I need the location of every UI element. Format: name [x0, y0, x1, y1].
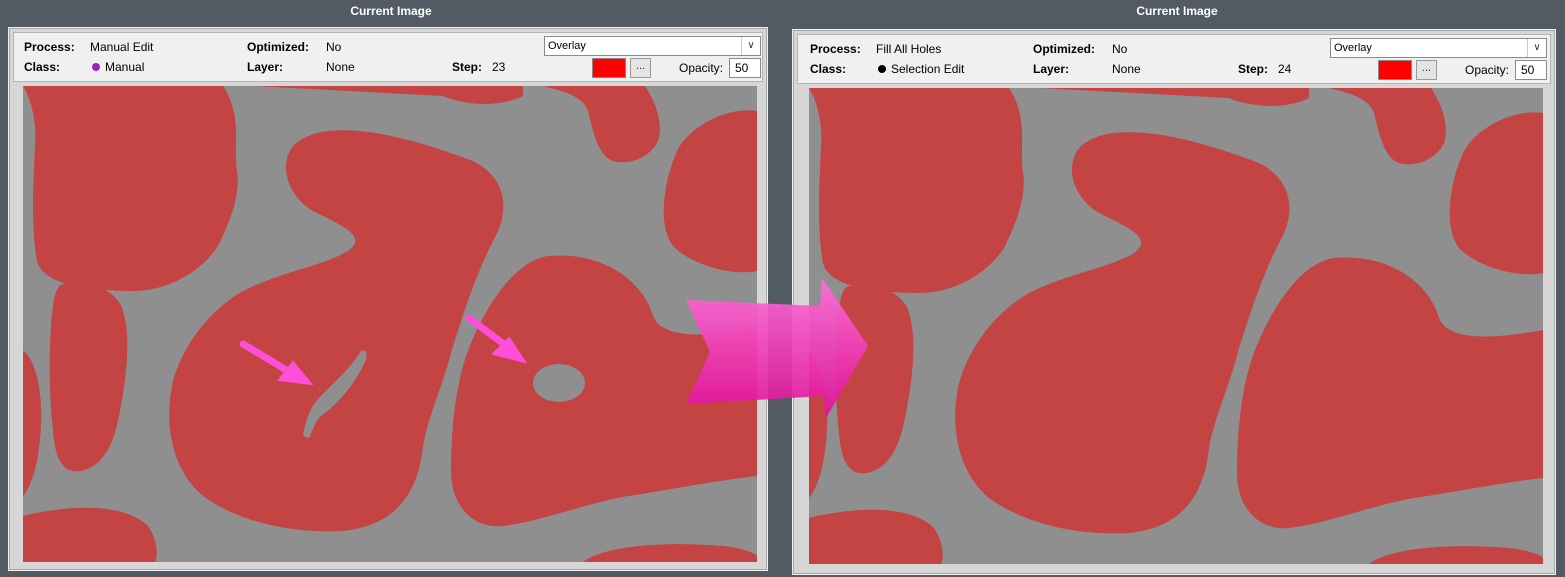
step-label: Step: [452, 60, 482, 74]
process-label: Process: [810, 42, 861, 56]
left-info-bar: Process: Manual Edit Class: Manual Optim… [13, 32, 763, 82]
class-value: Selection Edit [878, 62, 964, 76]
chevron-down-icon[interactable]: ∨ [741, 37, 760, 55]
class-label: Class: [810, 62, 847, 76]
optimized-label: Optimized: [247, 40, 309, 54]
step-value: 23 [492, 60, 506, 74]
opacity-label: Opacity: [1465, 63, 1510, 77]
display-mode-dropdown[interactable]: Overlay ∨ [1330, 38, 1547, 58]
class-value-text: Selection Edit [891, 62, 965, 76]
left-panel-title: Current Image [350, 4, 432, 18]
left-image-panel: Process: Manual Edit Class: Manual Optim… [8, 27, 768, 571]
optimized-value: No [326, 40, 342, 54]
layer-value: None [326, 60, 355, 74]
class-dot-icon [92, 63, 100, 71]
layer-value: None [1112, 62, 1141, 76]
class-value-text: Manual [105, 60, 145, 74]
overlay-color-swatch[interactable] [1378, 60, 1412, 80]
display-mode-value: Overlay [1334, 42, 1372, 54]
optimized-label: Optimized: [1033, 42, 1095, 56]
class-label: Class: [24, 60, 61, 74]
chevron-down-icon[interactable]: ∨ [1527, 39, 1546, 57]
right-segmentation-image[interactable] [809, 88, 1543, 564]
right-panel-title: Current Image [1136, 4, 1218, 18]
color-picker-button[interactable]: ... [1416, 60, 1437, 80]
opacity-label: Opacity: [679, 61, 724, 75]
left-segmentation-image[interactable] [23, 86, 757, 562]
left-image-canvas [23, 86, 757, 562]
opacity-input[interactable]: 50 [729, 58, 761, 78]
layer-label: Layer: [247, 60, 284, 74]
display-mode-value: Overlay [548, 40, 586, 52]
class-value: Manual [92, 60, 144, 74]
step-value: 24 [1278, 62, 1292, 76]
color-picker-button[interactable]: ... [630, 58, 651, 78]
display-mode-dropdown[interactable]: Overlay ∨ [544, 36, 761, 56]
class-dot-icon [878, 65, 886, 73]
process-label: Process: [24, 40, 75, 54]
layer-label: Layer: [1033, 62, 1070, 76]
right-info-bar: Process: Fill All Holes Class: Selection… [797, 34, 1551, 84]
process-value: Fill All Holes [876, 42, 942, 56]
step-label: Step: [1238, 62, 1268, 76]
overlay-color-swatch[interactable] [592, 58, 626, 78]
opacity-input[interactable]: 50 [1515, 60, 1547, 80]
right-image-panel: Process: Fill All Holes Class: Selection… [792, 29, 1556, 575]
process-value: Manual Edit [90, 40, 154, 54]
right-image-canvas [809, 88, 1543, 564]
optimized-value: No [1112, 42, 1128, 56]
